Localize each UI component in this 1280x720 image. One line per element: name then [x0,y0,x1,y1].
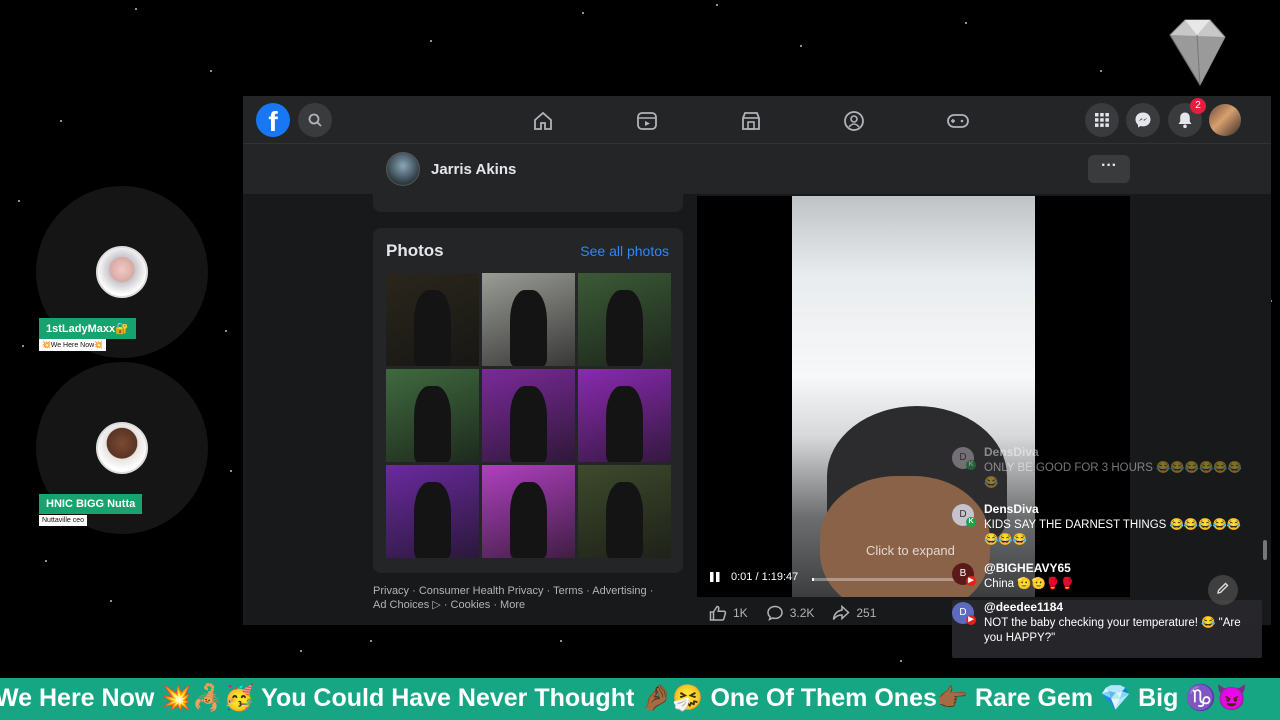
chat-text: ONLY BE GOOD FOR 3 HOURS 😂😂😂😂😂😂😂 [984,462,1243,489]
photo-subject [509,481,548,558]
chat-platform-badge: ▶ [966,576,976,586]
guest-bubble-2[interactable]: HNIC BIGG Nutta Nuttaville ceo [36,362,208,534]
nav-groups[interactable] [841,108,867,134]
search-icon [308,113,322,127]
footer-links[interactable]: Privacy · Consumer Health Privacy · Term… [373,584,693,612]
photo-subject [605,481,644,558]
guest-bubble-1[interactable]: 1stLadyMaxx🔐 💥We Here Now💥 [36,186,208,358]
pause-icon[interactable] [709,571,721,583]
chat-text: KIDS SAY THE DARNEST THINGS 😂😂😂😂😂😂😂😂 [984,519,1242,546]
previous-card [373,194,683,212]
share-count: 251 [856,606,877,620]
nav-marketplace[interactable] [738,108,764,134]
bell-icon [1178,112,1192,129]
diamond-icon [1169,19,1226,87]
chat-username: @BIGHEAVY65 [984,561,1071,575]
grid-menu-icon [1095,113,1109,127]
nav-watch[interactable] [634,108,660,134]
left-column: Photos See all photos Privacy · Consumer… [373,194,683,625]
photo-thumbnail[interactable] [578,273,671,366]
photo-thumbnail[interactable] [386,369,479,462]
post-header: Jarris Akins ··· [243,144,1271,194]
compose-button[interactable] [1208,575,1238,605]
photo-grid [386,273,671,558]
messenger-icon [1135,112,1151,128]
groups-icon [844,111,864,131]
video-time: 0:01 / 1:19:47 [731,571,799,583]
ticker-text: We Here Now 💥🦂🥳 You Could Have Never Tho… [0,684,1248,712]
reaction-bar: 1K 3.2K 251 [709,605,876,621]
chat-platform-badge: K [966,517,976,527]
chat-username: @deedee1184 [984,600,1064,614]
comment-button[interactable]: 3.2K [766,605,815,621]
chat-message: D K DensDiva KIDS SAY THE DARNEST THINGS… [952,502,1262,554]
photo-thumbnail[interactable] [386,465,479,558]
notification-count-badge: 2 [1190,98,1206,114]
photo-thumbnail[interactable] [578,369,671,462]
guest-subtitle-tag: Nuttaville ceo [39,515,88,526]
see-all-photos-link[interactable]: See all photos [580,243,669,259]
scrolling-ticker: We Here Now 💥🦂🥳 You Could Have Never Tho… [0,678,1280,720]
photo-subject [413,289,452,366]
comment-count: 3.2K [789,606,815,620]
like-button[interactable]: 1K [709,605,748,621]
click-to-expand-label[interactable]: Click to expand [866,543,955,558]
guest-name-tag: HNIC BIGG Nutta [39,494,143,514]
chat-message: D ▶ @deedee1184 NOT the baby checking yo… [952,600,1262,658]
photo-thumbnail[interactable] [482,369,575,462]
photo-thumbnail[interactable] [482,465,575,558]
guest-avatar [96,422,148,474]
marketplace-icon [742,112,760,130]
more-options-button[interactable]: ··· [1088,155,1130,183]
guest-subtitle-tag: 💥We Here Now💥 [39,339,106,351]
facebook-logo[interactable]: f [256,103,290,137]
photo-subject [413,385,452,462]
home-icon [534,111,552,130]
chat-text: NOT the baby checking your temperature! … [984,617,1241,644]
chat-platform-badge: ▶ [966,615,976,625]
chat-username: DensDiva [984,502,1039,516]
photo-thumbnail[interactable] [482,273,575,366]
video-controls: 0:01 / 1:19:47 [709,571,798,583]
watch-icon [637,112,657,130]
gaming-icon [947,114,969,128]
share-icon [833,605,850,621]
chat-username: DensDiva [984,445,1039,459]
comment-icon [766,605,783,621]
chat-platform-badge: K [966,460,976,470]
chat-scrollbar[interactable] [1263,540,1267,560]
photos-title: Photos [386,241,444,260]
footer-links-line-1[interactable]: Privacy · Consumer Health Privacy · Term… [373,584,693,598]
photo-thumbnail[interactable] [386,273,479,366]
photo-subject [509,289,548,366]
nav-gaming[interactable] [945,108,971,134]
photo-subject [605,289,644,366]
share-button[interactable]: 251 [832,605,876,621]
author-avatar[interactable] [386,152,420,186]
like-count: 1K [733,606,748,620]
facebook-top-bar: f 2 [243,96,1271,144]
search-button[interactable] [298,103,332,137]
profile-avatar[interactable] [1209,104,1241,136]
author-name[interactable]: Jarris Akins [431,161,516,178]
messenger-button[interactable] [1126,103,1160,137]
guest-name-tag: 1stLadyMaxx🔐 [39,318,136,339]
photo-thumbnail[interactable] [578,465,671,558]
video-progress-bar[interactable] [812,578,962,581]
photos-card: Photos See all photos [373,228,683,573]
thumbs-up-icon [709,605,727,621]
photo-subject [509,385,548,462]
chat-message: D K DensDiva ONLY BE GOOD FOR 3 HOURS 😂😂… [952,445,1262,497]
photo-subject [605,385,644,462]
menu-button[interactable] [1085,103,1119,137]
footer-links-line-2[interactable]: Ad Choices ▷ · Cookies · More [373,598,693,612]
nav-home[interactable] [530,108,556,134]
photo-subject [413,481,452,558]
edit-icon [1217,582,1229,594]
guest-avatar [96,246,148,298]
